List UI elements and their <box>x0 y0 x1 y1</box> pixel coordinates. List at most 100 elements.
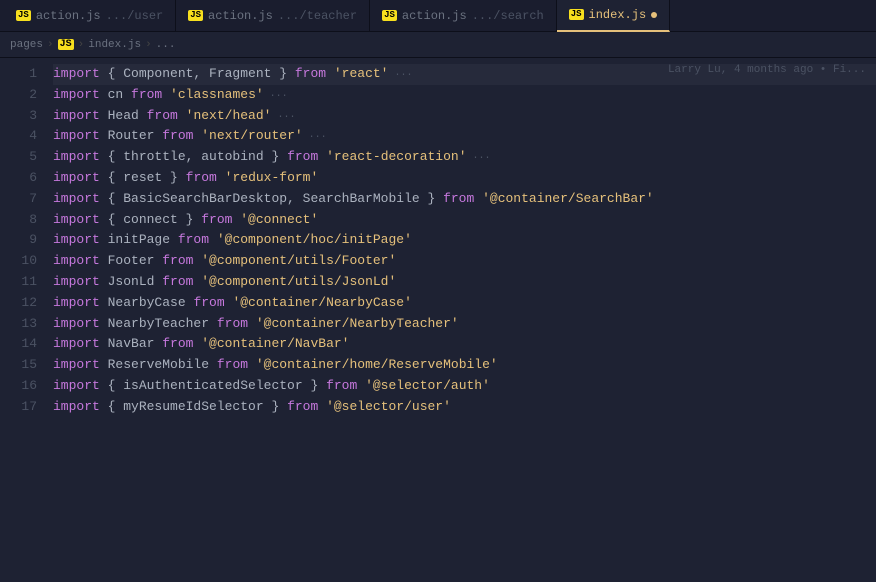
keyword: import <box>53 316 100 331</box>
string: '@container/NearbyCase' <box>225 295 412 310</box>
keyword-from: from <box>193 295 224 310</box>
keyword-from: from <box>162 274 193 289</box>
keyword: import <box>53 336 100 351</box>
keyword: import <box>53 108 100 123</box>
punct: { <box>100 66 123 81</box>
tab-bar: JS action.js .../user JS action.js .../t… <box>0 0 876 32</box>
punct: } <box>178 212 201 227</box>
code-line: import cn from 'classnames' ··· <box>53 85 876 106</box>
breadcrumb-sep1: › <box>47 39 54 51</box>
punct: { <box>100 212 123 227</box>
identifier: reset <box>123 170 162 185</box>
dots: ··· <box>264 91 288 102</box>
tab-label: action.js <box>36 9 101 23</box>
keyword: import <box>53 212 100 227</box>
identifier: cn <box>100 87 131 102</box>
tab-label: action.js <box>208 9 273 23</box>
keyword-from: from <box>287 149 318 164</box>
keyword: import <box>53 149 100 164</box>
editor: 12345 678910 1112131415 1617 Larry Lu, 4… <box>0 58 876 582</box>
string: '@container/NearbyTeacher' <box>248 316 459 331</box>
identifier: Head <box>100 108 147 123</box>
code-line: import { myResumeIdSelector } from '@sel… <box>53 397 876 418</box>
js-icon: JS <box>188 10 203 21</box>
tab-action-user[interactable]: JS action.js .../user <box>4 0 176 32</box>
keyword-from: from <box>162 128 193 143</box>
punct: { <box>100 191 123 206</box>
code-line: import NearbyTeacher from '@container/Ne… <box>53 314 876 335</box>
punct: } <box>162 170 185 185</box>
identifier: myResumeIdSelector <box>123 399 263 414</box>
keyword: import <box>53 128 100 143</box>
modified-dot <box>651 12 657 18</box>
tab-action-search[interactable]: JS action.js .../search <box>370 0 557 32</box>
keyword-from: from <box>217 357 248 372</box>
code-line: import Router from 'next/router' ··· <box>53 126 876 147</box>
code-line: import Head from 'next/head' ··· <box>53 106 876 127</box>
string: '@component/utils/JsonLd' <box>193 274 396 289</box>
tab-label: index.js <box>589 8 647 22</box>
string: '@container/home/ReserveMobile' <box>248 357 498 372</box>
tab-index[interactable]: JS index.js <box>557 0 670 32</box>
breadcrumb-file: index.js <box>88 39 141 51</box>
keyword-from: from <box>162 336 193 351</box>
keyword: import <box>53 87 100 102</box>
js-icon: JS <box>382 10 397 21</box>
breadcrumb-ellipsis: ... <box>156 39 176 51</box>
identifier: JsonLd <box>100 274 162 289</box>
keyword-from: from <box>295 66 326 81</box>
breadcrumb-pages: pages <box>10 39 43 51</box>
keyword-from: from <box>287 399 318 414</box>
code-line: import { isAuthenticatedSelector } from … <box>53 376 876 397</box>
dots: ··· <box>467 153 491 164</box>
js-icon: JS <box>569 9 584 20</box>
tab-action-teacher[interactable]: JS action.js .../teacher <box>176 0 370 32</box>
string: '@selector/user' <box>318 399 451 414</box>
keyword: import <box>53 399 100 414</box>
keyword: import <box>53 66 100 81</box>
identifier: ReserveMobile <box>100 357 217 372</box>
string: 'classnames' <box>162 87 263 102</box>
string: '@component/hoc/initPage' <box>209 232 412 247</box>
breadcrumb-js: JS <box>58 39 74 50</box>
breadcrumb-sep3: › <box>145 39 152 51</box>
keyword-from: from <box>147 108 178 123</box>
identifier: Router <box>100 128 162 143</box>
identifier: NearbyCase <box>100 295 194 310</box>
keyword-from: from <box>326 378 357 393</box>
code-line: import NavBar from '@container/NavBar' <box>53 334 876 355</box>
code-line: import initPage from '@component/hoc/ini… <box>53 230 876 251</box>
code-line: import JsonLd from '@component/utils/Jso… <box>53 272 876 293</box>
identifier: BasicSearchBarDesktop, SearchBarMobile <box>123 191 419 206</box>
identifier: isAuthenticatedSelector <box>123 378 302 393</box>
keyword: import <box>53 191 100 206</box>
code-line: import { Component, Fragment } from 'rea… <box>53 64 876 85</box>
identifier: Component, Fragment <box>123 66 271 81</box>
identifier: NavBar <box>100 336 162 351</box>
string: 'react-decoration' <box>318 149 466 164</box>
string: 'react' <box>326 66 388 81</box>
punct: } <box>264 149 287 164</box>
breadcrumb-sep2: › <box>78 39 85 51</box>
tab-path: .../user <box>106 9 164 23</box>
punct: } <box>303 378 326 393</box>
code-area[interactable]: Larry Lu, 4 months ago • Fi... import { … <box>45 58 876 582</box>
identifier: connect <box>123 212 178 227</box>
string: '@connect' <box>232 212 318 227</box>
tab-label: action.js <box>402 9 467 23</box>
string: '@container/SearchBar' <box>474 191 653 206</box>
keyword: import <box>53 357 100 372</box>
keyword: import <box>53 253 100 268</box>
tab-path: .../search <box>472 9 544 23</box>
keyword-from: from <box>162 253 193 268</box>
string: 'next/head' <box>178 108 272 123</box>
identifier: Footer <box>100 253 162 268</box>
keyword-from: from <box>217 316 248 331</box>
punct: { <box>100 378 123 393</box>
punct: { <box>100 399 123 414</box>
keyword-from: from <box>443 191 474 206</box>
code-line: import { BasicSearchBarDesktop, SearchBa… <box>53 189 876 210</box>
identifier: initPage <box>100 232 178 247</box>
code-line: import { reset } from 'redux-form' <box>53 168 876 189</box>
keyword: import <box>53 274 100 289</box>
